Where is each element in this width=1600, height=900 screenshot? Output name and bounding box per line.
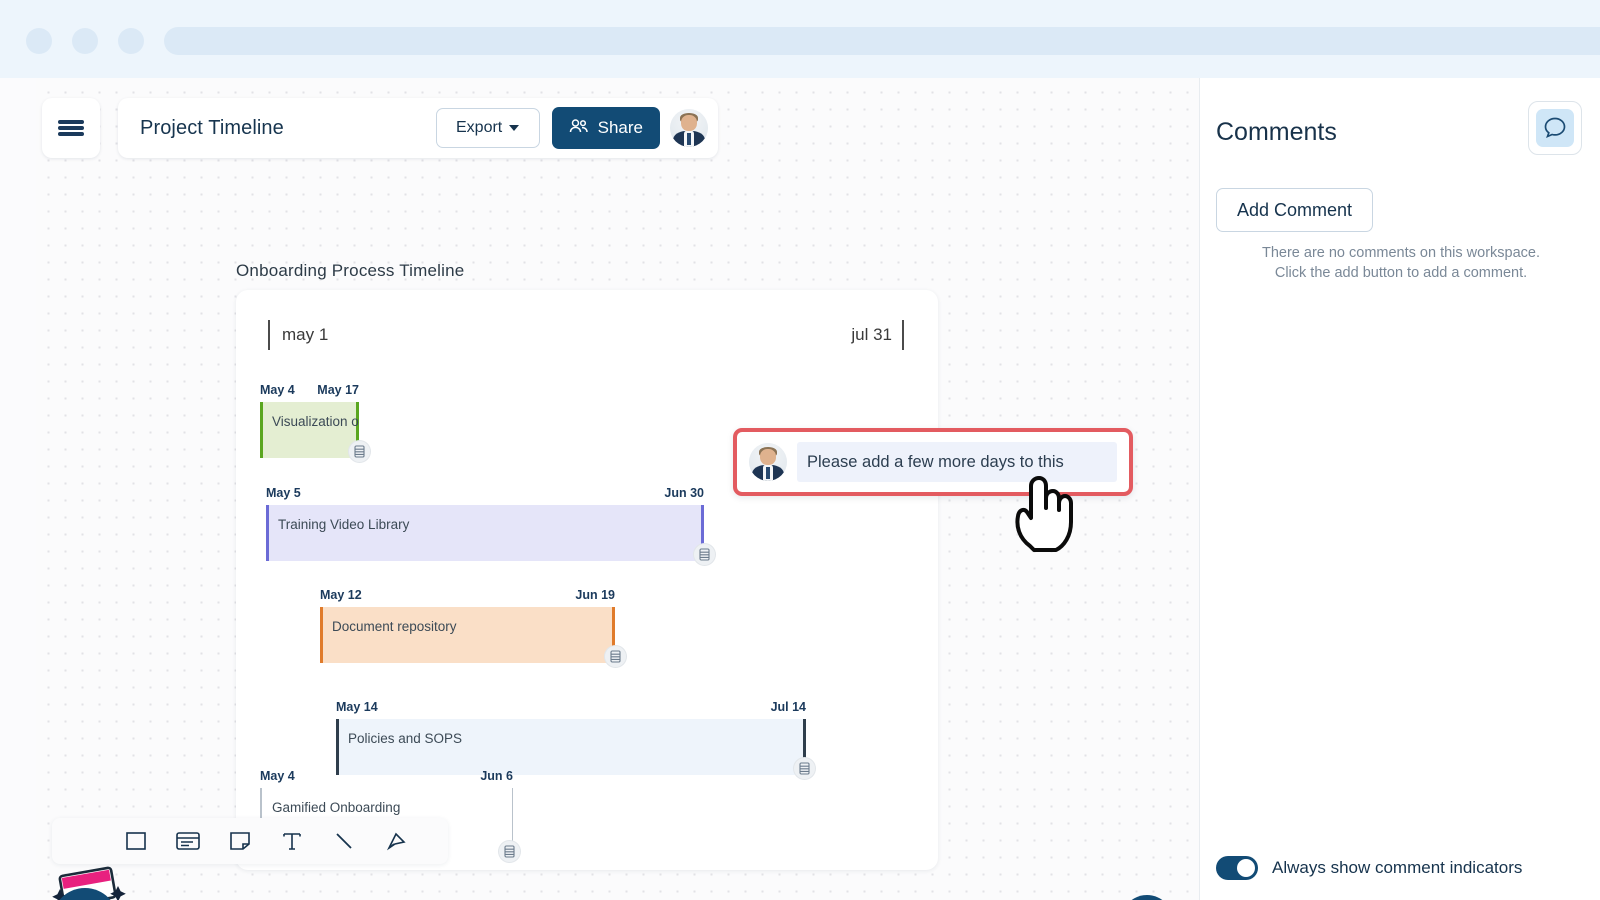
comment-author-avatar bbox=[749, 443, 787, 481]
always-show-comment-indicators-row[interactable]: Always show comment indicators bbox=[1216, 856, 1522, 880]
task-start-cap bbox=[266, 505, 269, 561]
task-bar[interactable]: Training Video Library bbox=[266, 505, 704, 561]
pointing-hand-cursor bbox=[1008, 468, 1078, 558]
toggle-knob bbox=[1237, 859, 1255, 877]
canvas-left-gutter bbox=[0, 78, 36, 900]
task-end-date: Jul 14 bbox=[770, 700, 806, 714]
task-bar[interactable]: Policies and SOPS bbox=[336, 719, 806, 775]
task-label: Training Video Library bbox=[278, 517, 410, 532]
help-button[interactable]: ? bbox=[1121, 895, 1173, 900]
comments-empty-state: There are no comments on this workspace.… bbox=[1216, 244, 1586, 283]
task-end-date: May 17 bbox=[317, 383, 359, 397]
window-dot-2 bbox=[72, 28, 98, 54]
task-start-cap bbox=[260, 402, 263, 458]
app-canvas: Project Timeline Export Share Onboarding… bbox=[0, 78, 1600, 900]
card-icon[interactable] bbox=[172, 825, 204, 857]
avatar[interactable] bbox=[670, 109, 708, 147]
comments-empty-line-2: Click the add button to add a comment. bbox=[1274, 264, 1528, 281]
database-icon[interactable] bbox=[694, 544, 715, 565]
task-label: Visualization o bbox=[272, 414, 359, 429]
document-toolbar: Project Timeline Export Share bbox=[118, 98, 718, 158]
comments-toggle-button[interactable] bbox=[1528, 101, 1582, 155]
hamburger-menu-button[interactable] bbox=[42, 98, 100, 158]
axis-tick-end bbox=[902, 320, 904, 350]
task-label: Gamified Onboarding bbox=[272, 800, 401, 815]
task-start-cap bbox=[336, 719, 339, 775]
tool-palette bbox=[52, 818, 448, 864]
avatar-image bbox=[749, 443, 787, 481]
task-label: Document repository bbox=[332, 619, 457, 634]
task-start-date: May 4 bbox=[260, 769, 295, 783]
avatar-image bbox=[670, 109, 708, 147]
hamburger-icon bbox=[58, 117, 84, 138]
text-icon[interactable] bbox=[276, 825, 308, 857]
line-icon[interactable] bbox=[328, 825, 360, 857]
window-dot-1 bbox=[26, 28, 52, 54]
share-button[interactable]: Share bbox=[551, 107, 660, 149]
comments-panel-title: Comments bbox=[1216, 118, 1337, 146]
axis-tick-start bbox=[268, 320, 270, 350]
square-icon[interactable] bbox=[120, 825, 152, 857]
timeline-card[interactable]: may 1 jul 31 May 4 May 17 Visualization … bbox=[236, 290, 938, 870]
chevron-down-icon bbox=[509, 125, 520, 131]
axis-end-label: jul 31 bbox=[851, 325, 892, 344]
canvas-title: Onboarding Process Timeline bbox=[236, 261, 465, 280]
task-start-date: May 4 bbox=[260, 383, 295, 397]
browser-chrome bbox=[0, 0, 1600, 78]
task-end-date: Jun 6 bbox=[480, 769, 513, 783]
task-start-date: May 14 bbox=[336, 700, 378, 714]
task-start-date: May 5 bbox=[266, 486, 301, 500]
task-label: Policies and SOPS bbox=[348, 731, 463, 746]
always-show-comment-indicators-label: Always show comment indicators bbox=[1272, 858, 1523, 877]
export-label: Export bbox=[456, 119, 503, 136]
browser-url-bar[interactable] bbox=[164, 27, 1600, 55]
database-icon[interactable] bbox=[349, 441, 370, 462]
export-button[interactable]: Export bbox=[435, 108, 540, 148]
comments-empty-line-1: There are no comments on this workspace. bbox=[1261, 245, 1541, 261]
task-start-cap bbox=[320, 607, 323, 663]
always-show-comment-indicators-toggle[interactable] bbox=[1216, 856, 1258, 880]
window-dot-3 bbox=[118, 28, 144, 54]
database-icon[interactable] bbox=[605, 646, 626, 667]
database-icon[interactable] bbox=[499, 841, 520, 862]
share-label: Share bbox=[597, 118, 643, 137]
task-end-date: Jun 30 bbox=[664, 486, 704, 500]
timeline-axis: may 1 jul 31 bbox=[236, 290, 938, 352]
task-end-date: Jun 19 bbox=[575, 588, 615, 602]
task-start-date: May 12 bbox=[320, 588, 362, 602]
comments-panel: Comments Add Comment There are no commen… bbox=[1199, 78, 1600, 900]
task-bar[interactable]: Document repository bbox=[320, 607, 615, 663]
database-icon[interactable] bbox=[794, 758, 815, 779]
people-icon bbox=[569, 118, 589, 139]
note-icon[interactable] bbox=[224, 825, 256, 857]
comment-bubble-icon bbox=[1536, 109, 1574, 147]
add-comment-button[interactable]: Add Comment bbox=[1216, 188, 1374, 232]
page-title: Project Timeline bbox=[140, 116, 284, 139]
axis-start-label: may 1 bbox=[282, 325, 329, 344]
task-bar[interactable]: Visualization o bbox=[260, 402, 359, 458]
pen-icon[interactable] bbox=[380, 825, 412, 857]
